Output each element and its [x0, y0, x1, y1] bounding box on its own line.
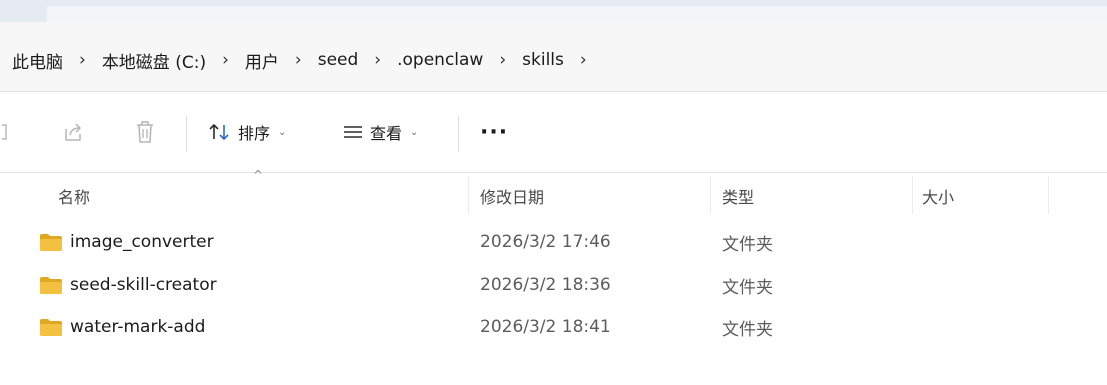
chevron-right-icon[interactable]: › — [570, 50, 597, 70]
sort-ascending-caret-icon: ^ — [253, 168, 264, 182]
column-separator[interactable] — [912, 176, 913, 214]
view-button[interactable]: 查看 ⌄ — [342, 116, 418, 148]
paste-icon[interactable] — [0, 106, 10, 158]
breadcrumb-item-users[interactable]: 用户 — [239, 48, 285, 73]
breadcrumb-item-seed[interactable]: seed — [312, 50, 365, 70]
breadcrumb-item-openclaw[interactable]: .openclaw — [391, 50, 489, 70]
file-name: image_converter — [70, 232, 214, 252]
breadcrumb-item-skills[interactable]: skills — [516, 50, 570, 70]
chevron-right-icon[interactable]: › — [364, 50, 391, 70]
file-date: 2026/3/2 18:41 — [480, 317, 611, 337]
header-divider — [0, 172, 1107, 173]
breadcrumb-item-local-disk[interactable]: 本地磁盘 (C:) — [96, 48, 212, 73]
list-view-icon — [344, 126, 362, 138]
sort-arrows-icon — [209, 124, 229, 140]
command-bar: 排序 ⌄ 查看 ⌄ ··· — [0, 106, 1107, 158]
share-icon[interactable] — [62, 106, 84, 158]
toolbar-divider — [458, 116, 459, 152]
file-type: 文件夹 — [722, 277, 773, 298]
chevron-down-icon: ⌄ — [278, 126, 287, 138]
file-row[interactable]: water-mark-add 2026/3/2 18:41 文件夹 — [0, 307, 1107, 347]
column-header-name[interactable]: 名称 — [58, 176, 90, 216]
column-header-date-modified[interactable]: 修改日期 — [480, 176, 544, 216]
file-type: 文件夹 — [722, 234, 773, 255]
file-date: 2026/3/2 18:36 — [480, 275, 611, 295]
file-name-cell[interactable]: image_converter — [40, 222, 214, 262]
folder-icon — [40, 233, 62, 251]
file-date: 2026/3/2 17:46 — [480, 232, 611, 252]
file-row[interactable]: image_converter 2026/3/2 17:46 文件夹 — [0, 222, 1107, 262]
window-top-strip — [0, 0, 1107, 22]
sort-button[interactable]: 排序 ⌄ — [208, 116, 286, 148]
column-separator[interactable] — [1048, 176, 1049, 214]
file-row[interactable]: seed-skill-creator 2026/3/2 18:36 文件夹 — [0, 265, 1107, 305]
chevron-right-icon[interactable]: › — [69, 50, 96, 70]
file-name-cell[interactable]: seed-skill-creator — [40, 265, 217, 305]
sort-label: 排序 — [238, 124, 271, 143]
file-type: 文件夹 — [722, 319, 773, 340]
toolbar-divider — [186, 116, 187, 152]
view-label: 查看 — [370, 124, 403, 143]
column-separator[interactable] — [710, 176, 711, 214]
chevron-right-icon[interactable]: › — [285, 50, 312, 70]
file-name: seed-skill-creator — [70, 275, 217, 295]
folder-icon — [40, 318, 62, 336]
folder-icon — [40, 276, 62, 294]
file-name-cell[interactable]: water-mark-add — [40, 307, 205, 347]
chevron-right-icon[interactable]: › — [212, 50, 239, 70]
file-name: water-mark-add — [70, 317, 206, 337]
breadcrumb[interactable]: 此电脑 › 本地磁盘 (C:) › 用户 › seed › .openclaw … — [6, 46, 597, 74]
column-header-type[interactable]: 类型 — [722, 176, 754, 216]
delete-icon[interactable] — [134, 106, 156, 158]
column-separator[interactable] — [468, 176, 469, 214]
column-header-size[interactable]: 大小 — [922, 176, 954, 216]
chevron-right-icon[interactable]: › — [489, 50, 516, 70]
more-options-button[interactable]: ··· — [480, 116, 508, 148]
chevron-down-icon: ⌄ — [410, 126, 419, 138]
breadcrumb-item-this-pc[interactable]: 此电脑 — [6, 48, 69, 73]
